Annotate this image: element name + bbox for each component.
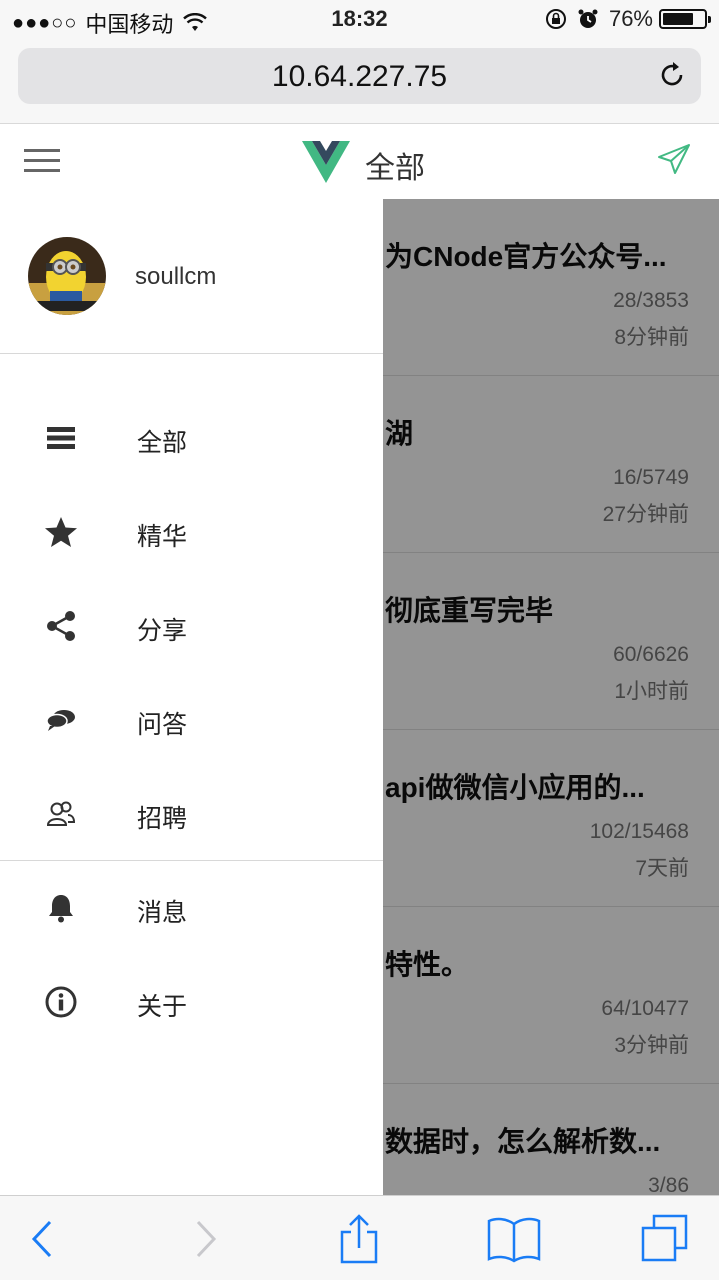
drawer-menu-secondary: 消息 关于 xyxy=(0,861,383,1049)
menu-label[interactable]: 全部 xyxy=(137,423,187,459)
battery-tip xyxy=(708,16,711,23)
menu-item-job[interactable]: 招聘 xyxy=(0,767,383,861)
menu-label[interactable]: 招聘 xyxy=(137,799,187,835)
forward-icon[interactable] xyxy=(178,1214,228,1264)
username[interactable]: soullcm xyxy=(135,263,216,291)
avatar[interactable] xyxy=(28,237,106,315)
header-title: 全部 xyxy=(365,152,425,185)
drawer-menu: 全部 精华 分享 问答 招聘 xyxy=(0,391,383,861)
bookmarks-icon[interactable] xyxy=(486,1214,542,1264)
alarm-icon xyxy=(578,9,598,28)
share-icon xyxy=(44,609,78,643)
chat-icon xyxy=(44,703,78,737)
battery-percent: 76% xyxy=(608,6,653,31)
url-field[interactable]: 10.64.227.75 xyxy=(18,48,701,104)
menu-label[interactable]: 精华 xyxy=(137,517,187,553)
user-profile[interactable]: soullcm xyxy=(0,199,383,354)
app-header: 全部 xyxy=(0,125,719,199)
browser-toolbar xyxy=(0,1195,719,1280)
star-icon xyxy=(44,515,78,549)
bell-icon xyxy=(44,891,78,925)
info-icon xyxy=(44,985,78,1019)
menu-label[interactable]: 关于 xyxy=(137,987,187,1023)
people-icon xyxy=(44,797,78,831)
menu-item-message[interactable]: 消息 xyxy=(0,861,383,955)
battery-icon xyxy=(659,9,711,29)
menu-item-all[interactable]: 全部 xyxy=(0,391,383,485)
orientation-lock-icon xyxy=(545,9,566,29)
menu-label[interactable]: 消息 xyxy=(137,893,187,929)
menu-label[interactable]: 分享 xyxy=(137,611,187,647)
send-icon[interactable] xyxy=(657,143,691,177)
menu-item-about[interactable]: 关于 xyxy=(0,955,383,1049)
menu-icon[interactable] xyxy=(24,149,60,175)
tabs-icon[interactable] xyxy=(640,1214,690,1264)
battery-fill xyxy=(663,13,694,25)
menu-label[interactable]: 问答 xyxy=(137,705,187,741)
side-drawer: soullcm 全部 精华 分享 问答 招聘 消息 关于 xyxy=(0,199,383,1195)
status-right: 76% xyxy=(545,6,711,32)
menu-item-share[interactable]: 分享 xyxy=(0,579,383,673)
reload-icon[interactable] xyxy=(657,60,687,90)
status-bar: ●●●○○ 中国移动 18:32 76% xyxy=(0,0,719,40)
menu-item-good[interactable]: 精华 xyxy=(0,485,383,579)
share-sheet-icon[interactable] xyxy=(334,1214,384,1264)
list-icon xyxy=(44,421,78,455)
url-text[interactable]: 10.64.227.75 xyxy=(18,60,701,94)
menu-item-ask[interactable]: 问答 xyxy=(0,673,383,767)
vue-logo-icon xyxy=(302,141,350,183)
browser-address-area: 10.64.227.75 xyxy=(0,40,719,124)
back-icon[interactable] xyxy=(20,1214,70,1264)
